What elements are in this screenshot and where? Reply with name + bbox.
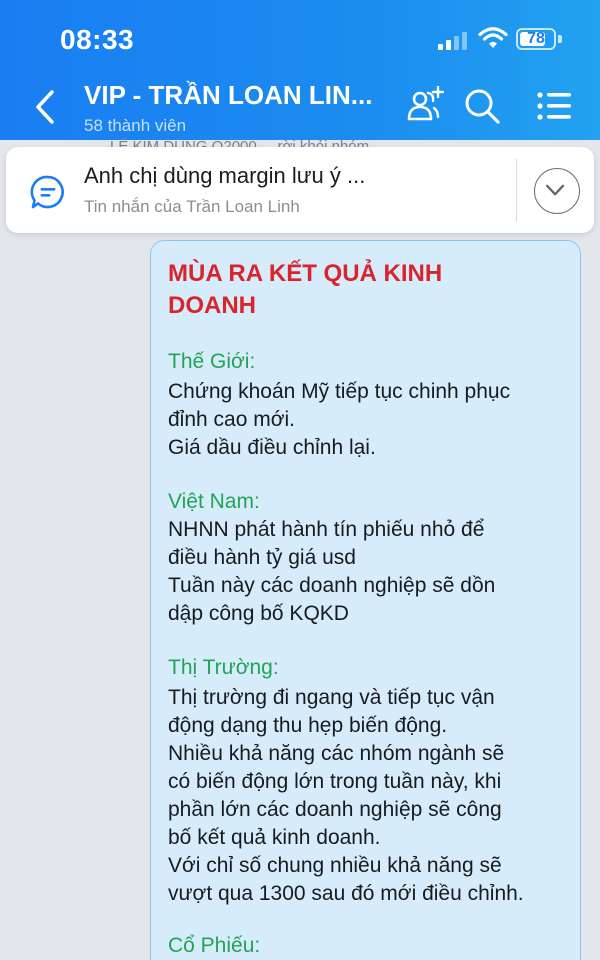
message-line: phần lớn các doanh nghiệp sẽ công xyxy=(168,798,502,821)
message-line: có biến động lớn trong tuần này, khi xyxy=(168,770,502,793)
battery-tip xyxy=(558,35,562,43)
message-line: Thị trường đi ngang và tiếp tục vận xyxy=(168,686,495,709)
divider xyxy=(516,159,517,221)
message-line: đỉnh cao mới. xyxy=(168,408,295,431)
pinned-message[interactable]: Anh chị dùng margin lưu ý ... Tin nhắn c… xyxy=(6,147,594,233)
message-line: dập công bố KQKD xyxy=(168,602,349,625)
chat-header: 08:33 78 VIP - TRẦN LOAN LIN... 58 thành… xyxy=(0,0,600,140)
chevron-down-icon xyxy=(546,184,565,196)
pinned-title: Anh chị dùng margin lưu ý ... xyxy=(84,163,366,188)
message-line: điều hành tỷ giá usd xyxy=(168,546,356,569)
group-title[interactable]: VIP - TRẦN LOAN LIN... xyxy=(84,80,372,111)
message-line: Giá dầu điều chỉnh lại. xyxy=(168,436,376,459)
message-line: Với chỉ số chung nhiều khả năng sẽ xyxy=(168,854,502,877)
message-line: Chứng khoán Mỹ tiếp tục chinh phục xyxy=(168,380,511,403)
message-line: NHNN phát hành tín phiếu nhỏ để xyxy=(168,518,485,541)
section-heading: Cổ Phiếu: xyxy=(168,934,261,957)
signal-icon xyxy=(438,32,467,50)
message-line: vượt qua 1300 sau đó mới điều chỉnh. xyxy=(168,882,524,905)
back-icon[interactable] xyxy=(28,84,64,130)
message-line: bố kết quả kinh doanh. xyxy=(168,826,381,849)
section-heading: Việt Nam: xyxy=(168,490,260,513)
battery-icon: 78 xyxy=(516,28,556,50)
message-line: Nhiều khả năng các nhóm ngành sẽ xyxy=(168,742,505,765)
section-heading: Thị Trường: xyxy=(168,656,279,679)
expand-button[interactable] xyxy=(534,168,580,214)
status-bar: 08:33 78 xyxy=(0,0,600,80)
message-title-line: MÙA RA KẾT QUẢ KINH xyxy=(168,260,443,287)
search-icon[interactable] xyxy=(462,86,502,126)
message-icon xyxy=(30,175,64,209)
message-title: MÙA RA KẾT QUẢ KINH DOANH xyxy=(168,258,568,322)
menu-icon[interactable] xyxy=(534,86,574,126)
message-bubble[interactable] xyxy=(150,240,581,960)
pinned-author: Tin nhắn của Trần Loan Linh xyxy=(84,197,300,216)
clock: 08:33 xyxy=(60,24,135,55)
message-line: động dạng thu hẹp biến động. xyxy=(168,714,448,737)
add-member-icon[interactable] xyxy=(404,86,444,126)
message-title-line: DOANH xyxy=(168,292,256,319)
section-heading: Thế Giới: xyxy=(168,350,256,373)
message-line: Tuần này các doanh nghiệp sẽ dồn xyxy=(168,574,496,597)
battery-level: 78 xyxy=(527,30,545,47)
member-count[interactable]: 58 thành viên xyxy=(84,116,186,136)
wifi-icon xyxy=(478,27,508,48)
